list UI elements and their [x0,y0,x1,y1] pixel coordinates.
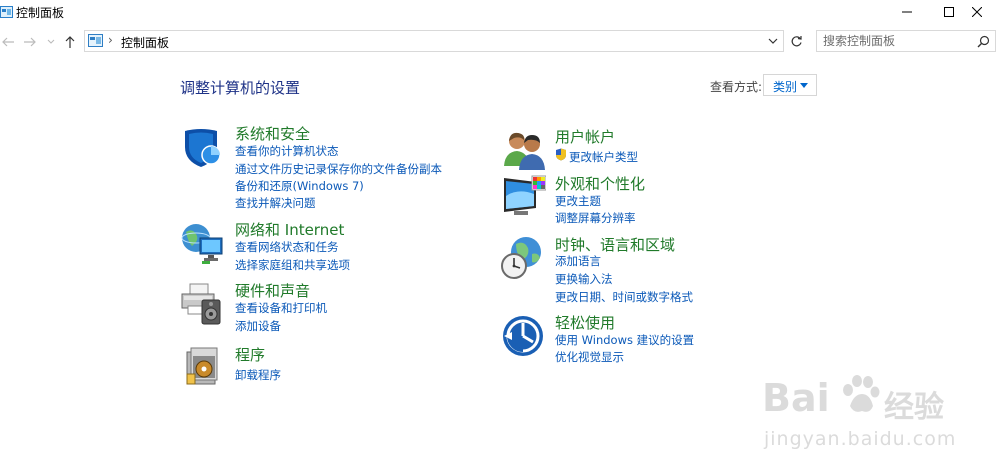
back-button[interactable] [0,34,16,50]
close-icon [972,7,982,17]
address-bar[interactable]: › 控制面板 [84,30,784,52]
breadcrumb-control-panel[interactable]: 控制面板 [121,34,169,51]
search-icon[interactable] [977,35,990,48]
link-homegroup-sharing[interactable]: 选择家庭组和共享选项 [235,257,350,273]
programs-icon[interactable] [183,344,227,388]
up-button[interactable] [62,34,78,50]
link-windows-recommended-settings[interactable]: 使用 Windows 建议的设置 [555,332,694,348]
category-hardware-sound[interactable]: 硬件和声音 [235,280,310,301]
title-bar: 控制面板 [0,0,1000,24]
link-change-account-type[interactable]: 更改帐户类型 [569,149,638,165]
printer-speaker-icon[interactable] [180,282,224,326]
link-view-computer-status[interactable]: 查看你的计算机状态 [235,143,339,159]
search-input[interactable] [823,33,973,49]
view-by-value: 类别 [773,80,798,94]
minimize-button[interactable] [884,0,930,24]
network-globe-icon[interactable] [180,220,224,264]
refresh-button[interactable] [787,32,805,50]
control-panel-icon [0,6,13,18]
link-file-history-backup[interactable]: 通过文件历史记录保存你的文件备份副本 [235,161,442,177]
close-button[interactable] [954,0,1000,24]
category-system-security[interactable]: 系统和安全 [235,123,310,144]
arrow-left-icon [2,37,14,47]
category-clock-language-region[interactable]: 时钟、语言和区域 [555,234,675,255]
arrow-up-icon [65,36,75,48]
page-title: 调整计算机的设置 [180,79,301,97]
shield-icon[interactable] [181,125,225,169]
user-accounts-icon[interactable] [502,128,546,172]
watermark-url: jingyan.baidu.com [764,428,957,450]
link-add-language[interactable]: 添加语言 [555,253,601,269]
ease-of-access-icon[interactable] [501,314,545,358]
watermark-brand: Bai [762,376,830,420]
breadcrumb-separator-icon: › [108,33,113,47]
minimize-icon [902,11,912,13]
link-troubleshoot[interactable]: 查找并解决问题 [235,195,316,211]
navigation-bar: › 控制面板 [0,28,1000,56]
chevron-down-icon [47,39,55,44]
uac-shield-icon [556,148,566,161]
refresh-icon [791,35,802,46]
link-uninstall-program[interactable]: 卸载程序 [235,367,281,383]
link-devices-printers[interactable]: 查看设备和打印机 [235,300,327,316]
view-by-dropdown[interactable]: 类别 [763,74,817,96]
clock-globe-icon[interactable] [500,236,544,280]
search-box[interactable] [816,30,996,52]
recent-locations-button[interactable] [43,34,59,50]
link-network-status[interactable]: 查看网络状态和任务 [235,239,339,255]
window-title: 控制面板 [16,6,65,20]
link-change-theme[interactable]: 更改主题 [555,193,601,209]
link-change-input-method[interactable]: 更换输入法 [555,271,613,287]
link-backup-restore[interactable]: 备份和还原(Windows 7) [235,178,364,194]
caret-down-icon [800,83,808,88]
appearance-monitor-icon[interactable] [502,174,546,218]
category-programs[interactable]: 程序 [235,344,265,365]
arrow-right-icon [24,37,36,47]
maximize-icon [944,7,954,17]
view-by-label: 查看方式: [710,80,763,94]
category-network-internet[interactable]: 网络和 Internet [235,219,344,240]
category-ease-of-access[interactable]: 轻松使用 [555,312,615,333]
link-change-date-time-format[interactable]: 更改日期、时间或数字格式 [555,289,693,305]
forward-button[interactable] [22,34,38,50]
link-add-device[interactable]: 添加设备 [235,318,281,334]
link-optimize-visual-display[interactable]: 优化视觉显示 [555,349,624,365]
chevron-down-icon[interactable] [767,35,779,47]
link-screen-resolution[interactable]: 调整屏幕分辨率 [555,210,636,226]
paw-icon [843,375,880,412]
watermark-brand-cn: 经验 [884,390,944,425]
control-panel-icon [88,34,103,47]
category-appearance[interactable]: 外观和个性化 [555,173,645,194]
baidu-watermark: Bai 经验 jingyan.baidu.com [762,372,992,462]
category-user-accounts[interactable]: 用户帐户 [555,126,615,147]
